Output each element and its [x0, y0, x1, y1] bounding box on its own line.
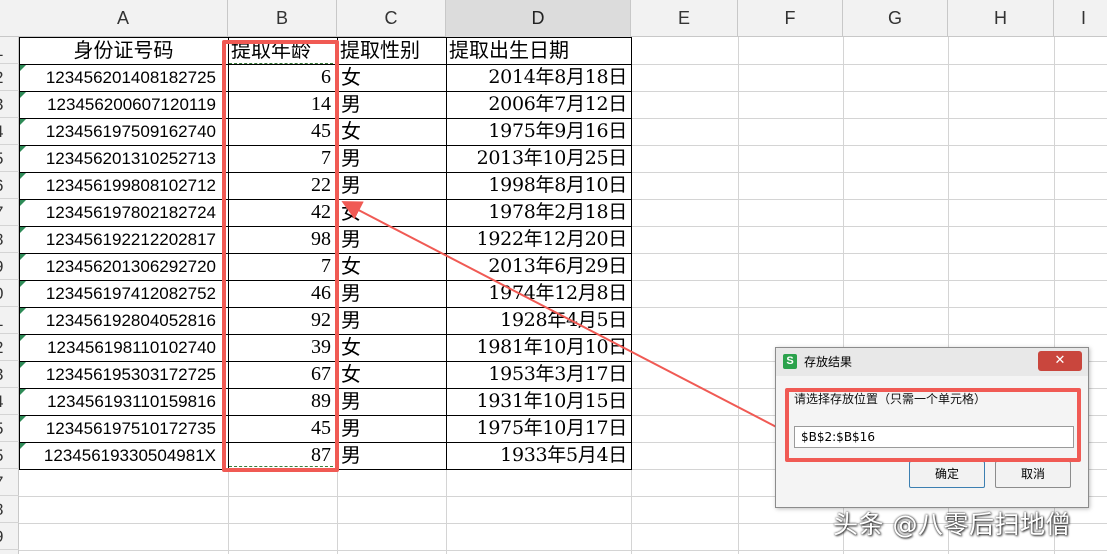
dialog-input-highlight [785, 388, 1081, 462]
close-icon[interactable]: ✕ [1038, 351, 1082, 371]
dialog-title-bar[interactable]: S 存放结果 ✕ [776, 348, 1088, 376]
cancel-button[interactable]: 取消 [995, 461, 1071, 488]
dialog-title: 存放结果 [804, 355, 853, 369]
wps-spreadsheet-icon: S [783, 354, 797, 369]
ok-button[interactable]: 确定 [909, 461, 985, 488]
watermark: 头条 @八零后扫地僧 [833, 510, 1071, 539]
